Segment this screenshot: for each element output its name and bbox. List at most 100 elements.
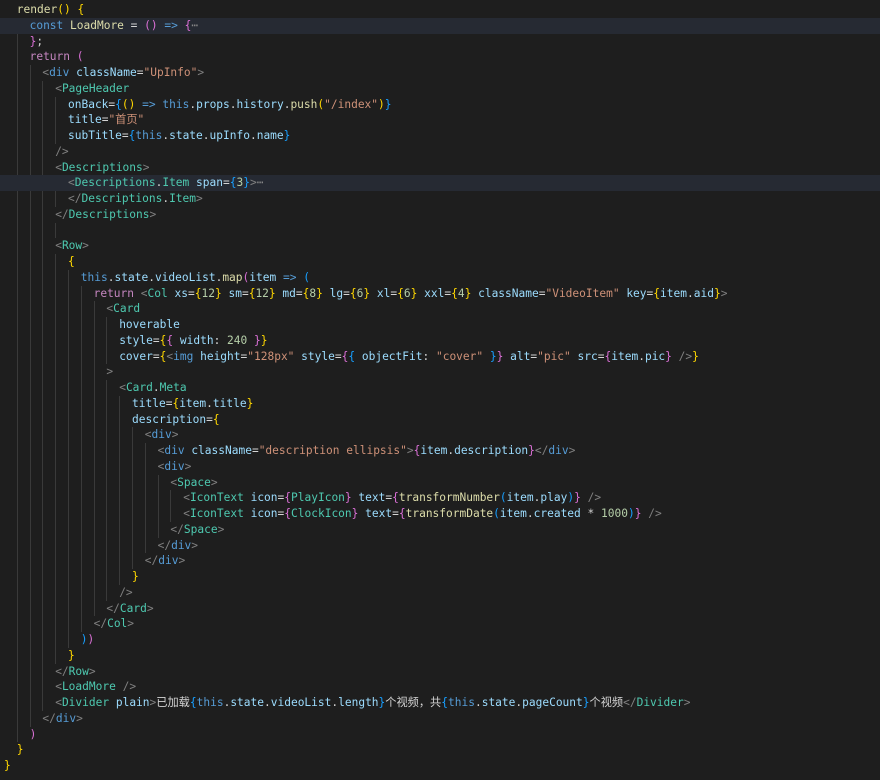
code-token: 1000 <box>601 507 628 520</box>
code-token: length <box>338 696 379 709</box>
code-line[interactable]: > <box>0 364 880 380</box>
code-line[interactable]: <LoadMore /> <box>0 679 880 695</box>
code-token: = <box>123 18 145 32</box>
code-line[interactable]: </div> <box>0 538 880 554</box>
code-line[interactable]: <IconText icon={ClockIcon} text={transfo… <box>0 506 880 522</box>
code-token: /> <box>648 507 662 520</box>
code-line[interactable]: onBack={() => this.props.history.push("/… <box>0 97 880 113</box>
code-line[interactable]: </Descriptions.Item> <box>0 191 880 207</box>
code-line[interactable]: return <Col xs={12} sm={12} md={8} lg={6… <box>0 286 880 302</box>
code-token: style <box>301 349 335 363</box>
code-token: item <box>249 270 277 284</box>
code-token: = <box>241 286 249 300</box>
code-line[interactable]: } <box>0 569 880 585</box>
code-line[interactable]: }; <box>0 34 880 50</box>
code-line[interactable]: <Descriptions.Item span={3}>⋯ <box>0 175 880 192</box>
code-token: Meta <box>159 381 187 394</box>
code-token: /> <box>678 349 693 363</box>
code-line[interactable]: </Descriptions> <box>0 207 880 223</box>
code-token: > <box>191 538 199 552</box>
code-token: img <box>173 349 194 363</box>
code-line[interactable]: <IconText icon={PlayIcon} text={transfor… <box>0 490 880 506</box>
code-token: . <box>686 286 694 300</box>
code-token: > <box>210 475 218 489</box>
code-line[interactable]: <Descriptions> <box>0 160 880 176</box>
fold-ellipsis-icon[interactable]: ⋯ <box>191 19 198 32</box>
code-token: = <box>392 507 399 520</box>
code-line[interactable]: </div> <box>0 553 880 569</box>
code-line[interactable]: /> <box>0 585 880 601</box>
code-token: = <box>121 129 129 142</box>
code-token: } <box>283 129 291 142</box>
code-token: > <box>720 286 728 300</box>
code-line[interactable] <box>0 223 880 239</box>
code-line[interactable]: const LoadMore = () => {⋯ <box>0 17 880 34</box>
fold-ellipsis-icon[interactable]: ⋯ <box>257 176 264 189</box>
code-line[interactable]: </Col> <box>0 616 880 632</box>
code-line[interactable]: )) <box>0 632 880 648</box>
code-line[interactable]: <Row> <box>0 238 880 254</box>
code-token: lg <box>329 286 344 300</box>
code-token: { <box>77 3 85 16</box>
code-line[interactable]: } <box>0 758 880 774</box>
code-line[interactable]: } <box>0 648 880 664</box>
code-token: state <box>114 270 149 284</box>
code-line[interactable]: cover={<img height="128px" style={{ obje… <box>0 349 880 365</box>
code-token: { <box>451 286 458 300</box>
code-line[interactable]: <div className="description ellipsis">{i… <box>0 443 880 459</box>
code-line[interactable]: <Space> <box>0 475 880 491</box>
code-line[interactable]: <Card <box>0 301 880 317</box>
code-line[interactable]: hoverable <box>0 317 880 333</box>
code-line[interactable]: <div className="UpInfo"> <box>0 65 880 81</box>
code-token: xs <box>174 286 188 300</box>
code-token: () <box>144 18 158 32</box>
code-line[interactable]: <div> <box>0 427 880 443</box>
code-line[interactable]: <PageHeader <box>0 81 880 97</box>
code-line[interactable]: style={{ width: 240 }} <box>0 333 880 349</box>
code-token: } <box>254 333 261 347</box>
code-token: upInfo <box>209 129 250 142</box>
code-line[interactable]: /> <box>0 144 880 160</box>
code-token: </ <box>106 601 120 615</box>
code-token: < <box>55 680 62 694</box>
code-token: < <box>55 696 62 709</box>
code-token: * <box>580 507 601 520</box>
code-token: history <box>236 97 284 111</box>
code-line[interactable]: </Row> <box>0 664 880 680</box>
code-line[interactable]: </Space> <box>0 522 880 538</box>
code-line[interactable]: this.state.videoList.map(item => ( <box>0 270 880 286</box>
code-token: hoverable <box>119 318 180 331</box>
code-line[interactable]: <Card.Meta <box>0 380 880 396</box>
code-line[interactable]: <div> <box>0 459 880 475</box>
code-line[interactable]: title={item.title} <box>0 396 880 412</box>
code-token: push <box>290 97 318 111</box>
code-line[interactable]: title="首页" <box>0 112 880 128</box>
code-token: cover <box>119 349 153 363</box>
code-token: 个视频 <box>589 696 624 709</box>
code-line[interactable]: </div> <box>0 711 880 727</box>
code-token: span <box>196 176 223 190</box>
code-token: () <box>121 97 136 111</box>
code-line[interactable]: <Divider plain>已加载{this.state.videoList.… <box>0 695 880 711</box>
code-line[interactable]: } <box>0 742 880 758</box>
code-line[interactable]: description={ <box>0 412 880 428</box>
code-line[interactable]: ) <box>0 727 880 743</box>
code-line[interactable]: </Card> <box>0 601 880 617</box>
code-token: icon <box>250 507 278 520</box>
code-line[interactable]: { <box>0 254 880 270</box>
code-line[interactable]: render() { <box>0 2 880 18</box>
code-token: < <box>55 239 62 253</box>
code-token: height <box>200 349 241 363</box>
code-editor[interactable]: render() {const LoadMore = () => {⋯}; ret… <box>0 0 880 780</box>
code-token: < <box>183 491 190 505</box>
code-line[interactable]: subTitle={this.state.upInfo.name} <box>0 128 880 144</box>
code-token: play <box>540 491 568 505</box>
code-token: text <box>358 491 386 505</box>
code-token: { <box>212 412 220 426</box>
code-line[interactable]: return ( <box>0 49 880 65</box>
